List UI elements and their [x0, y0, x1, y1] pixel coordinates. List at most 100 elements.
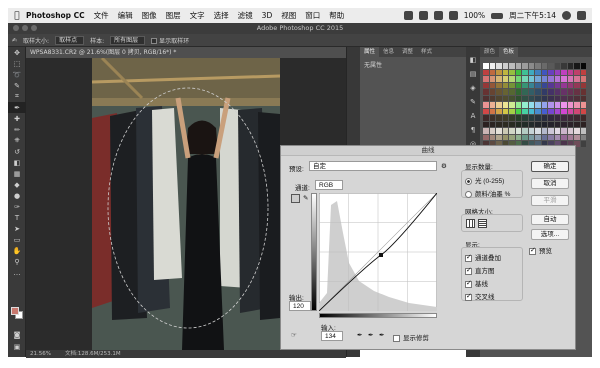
color-swatch[interactable] [528, 108, 534, 114]
color-swatch[interactable] [515, 115, 521, 121]
color-swatch[interactable] [528, 102, 534, 108]
color-swatch[interactable] [528, 89, 534, 95]
color-swatch[interactable] [580, 63, 586, 69]
color-swatch[interactable] [483, 134, 489, 140]
color-swatch[interactable] [548, 95, 554, 101]
color-swatch[interactable] [509, 76, 515, 82]
paths-icon[interactable]: ◈ [466, 81, 480, 95]
color-swatch[interactable] [574, 128, 580, 134]
color-swatch[interactable] [548, 108, 554, 114]
color-swatch[interactable] [528, 128, 534, 134]
color-swatch[interactable] [541, 115, 547, 121]
color-swatch[interactable] [502, 63, 508, 69]
color-swatch[interactable] [580, 76, 586, 82]
color-swatch[interactable] [528, 121, 534, 127]
character-icon[interactable]: A [466, 109, 480, 123]
color-swatch[interactable] [561, 134, 567, 140]
clone-stamp-icon[interactable]: ⎈ [8, 135, 26, 146]
zoom-level[interactable]: 21.56% [30, 350, 51, 358]
color-swatch[interactable] [574, 95, 580, 101]
color-swatch[interactable] [502, 121, 508, 127]
menu-window[interactable]: 窗口 [305, 10, 320, 21]
dodge-tool-icon[interactable]: ● [8, 190, 26, 201]
color-swatch[interactable] [554, 95, 560, 101]
color-swatch[interactable] [502, 102, 508, 108]
color-swatch[interactable] [483, 108, 489, 114]
sample-size-select[interactable]: 取样点 [55, 35, 85, 45]
color-swatch[interactable] [535, 115, 541, 121]
color-swatch[interactable] [554, 63, 560, 69]
color-swatch[interactable] [522, 95, 528, 101]
menu-type[interactable]: 文字 [190, 10, 205, 21]
color-swatch[interactable] [522, 69, 528, 75]
color-swatch[interactable] [522, 63, 528, 69]
color-swatch[interactable] [567, 108, 573, 114]
color-swatch[interactable] [554, 102, 560, 108]
color-swatch[interactable] [489, 76, 495, 82]
color-swatch[interactable] [561, 89, 567, 95]
color-swatch[interactable] [522, 121, 528, 127]
auto-button[interactable]: 自动 [531, 214, 569, 225]
marquee-tool-icon[interactable]: ⬚ [8, 58, 26, 69]
color-swatch[interactable] [502, 128, 508, 134]
show-clipping-checkbox[interactable]: 显示修剪 [393, 332, 429, 342]
color-swatch[interactable] [580, 108, 586, 114]
color-swatch[interactable] [548, 128, 554, 134]
list-icon[interactable] [577, 11, 586, 20]
color-swatch[interactable] [528, 69, 534, 75]
color-swatch[interactable] [567, 121, 573, 127]
color-swatch[interactable] [515, 82, 521, 88]
close-button[interactable] [13, 25, 19, 31]
color-swatch[interactable] [554, 82, 560, 88]
color-swatch[interactable] [580, 69, 586, 75]
color-swatch[interactable] [489, 82, 495, 88]
cancel-button[interactable]: 取消 [531, 178, 569, 189]
color-swatch[interactable] [496, 82, 502, 88]
color-swatch[interactable] [489, 69, 495, 75]
color-swatch[interactable] [528, 63, 534, 69]
color-swatch[interactable] [580, 134, 586, 140]
color-swatch[interactable] [515, 121, 521, 127]
color-swatch[interactable] [574, 82, 580, 88]
menu-file[interactable]: 文件 [94, 10, 109, 21]
color-swatch[interactable] [567, 82, 573, 88]
color-swatch[interactable] [574, 134, 580, 140]
gradient-tool-icon[interactable]: ▦ [8, 168, 26, 179]
menu-view[interactable]: 视图 [281, 10, 296, 21]
intersection-box[interactable] [465, 292, 472, 301]
menu-edit[interactable]: 编辑 [118, 10, 133, 21]
color-swatch[interactable] [574, 121, 580, 127]
screen-mode-icon[interactable]: ▣ [8, 341, 26, 352]
histogram-checkbox[interactable]: 直方图 [465, 265, 522, 275]
color-swatch[interactable] [483, 115, 489, 121]
color-swatch[interactable] [541, 95, 547, 101]
color-swatch[interactable] [496, 69, 502, 75]
layers-icon[interactable]: ◧ [466, 53, 480, 67]
color-swatch[interactable] [535, 95, 541, 101]
color-swatch[interactable] [567, 63, 573, 69]
color-swatch[interactable] [515, 76, 521, 82]
app-menu[interactable]: Photoshop CC [26, 11, 85, 20]
color-swatch[interactable] [554, 108, 560, 114]
preset-select[interactable]: 自定 [309, 161, 437, 171]
menu-help[interactable]: 帮助 [329, 10, 344, 21]
document-tab[interactable]: WPSA8331.CR2 @ 21.6%(图层 0 拷贝, RGB/16*) * [26, 47, 346, 58]
color-swatch[interactable] [554, 115, 560, 121]
color-swatch[interactable] [574, 63, 580, 69]
color-swatch[interactable] [509, 115, 515, 121]
status-icon[interactable] [403, 11, 413, 20]
blur-tool-icon[interactable]: ◆ [8, 179, 26, 190]
foreground-color-swatch[interactable] [11, 307, 19, 315]
color-swatch[interactable] [509, 128, 515, 134]
color-swatch[interactable] [580, 102, 586, 108]
color-swatch[interactable] [580, 115, 586, 121]
tab-styles[interactable]: 样式 [417, 47, 436, 57]
color-swatch[interactable] [496, 121, 502, 127]
color-swatch[interactable] [541, 108, 547, 114]
color-swatch[interactable] [522, 89, 528, 95]
color-swatch[interactable] [541, 63, 547, 69]
color-swatch[interactable] [522, 82, 528, 88]
color-swatch[interactable] [522, 108, 528, 114]
quick-mask-icon[interactable]: ◙ [8, 329, 26, 340]
color-swatch[interactable] [567, 95, 573, 101]
